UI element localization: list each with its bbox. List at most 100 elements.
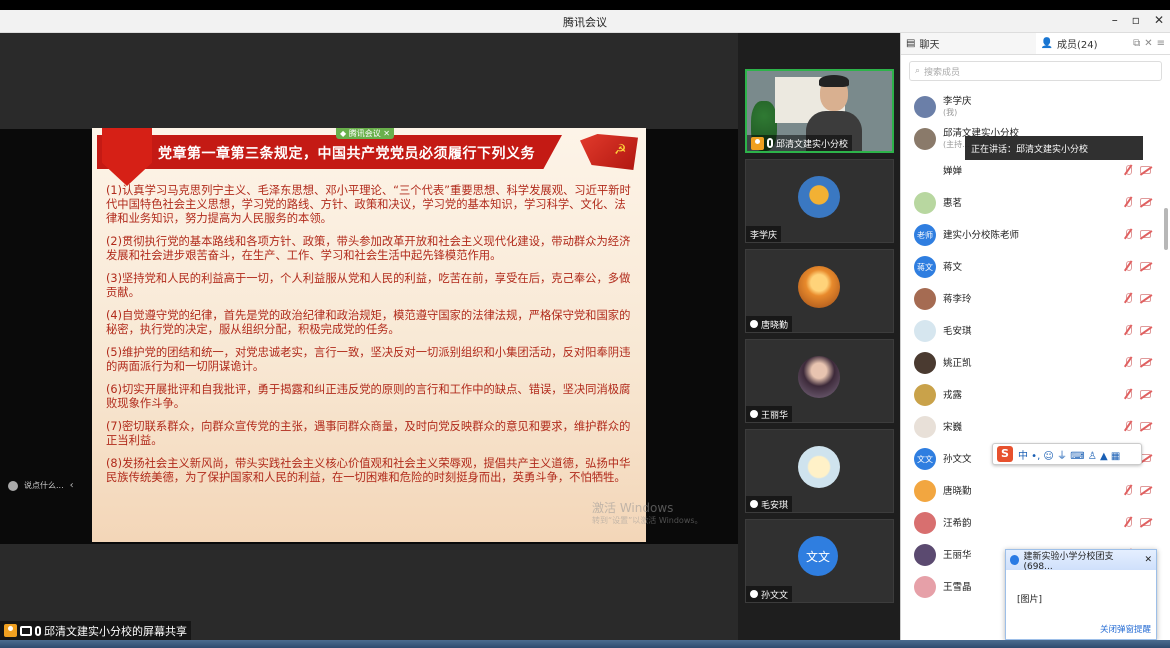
avatar [798, 266, 840, 308]
member-name: 宋巍 [943, 421, 963, 433]
member-list: 李学庆 (我) 邱清文建实小分校 (主持... 婵婵 惠茗 老师 建实小分校陈老师 蒋文 蒋文 蒋李… [901, 91, 1163, 603]
camera-off-icon[interactable] [1140, 262, 1151, 270]
avatar [914, 384, 936, 406]
chat-input-preview[interactable]: 说点什么... ‹ [8, 480, 74, 491]
camera-off-icon[interactable] [1140, 390, 1151, 398]
screen-share-icon [20, 625, 32, 636]
popout-icon[interactable]: ⧉ [1133, 38, 1140, 49]
mic-muted-icon[interactable] [1123, 421, 1133, 431]
search-icon: ⌕ [915, 66, 921, 76]
camera-off-icon[interactable] [1140, 166, 1151, 174]
mic-muted-icon[interactable] [1123, 165, 1133, 175]
video-tile[interactable]: 邱清文建实小分校 [745, 69, 894, 153]
user-icon [750, 500, 758, 508]
mic-muted-icon[interactable] [1123, 357, 1133, 367]
member-name: 戎露 [943, 389, 963, 401]
camera-off-icon[interactable] [1140, 486, 1151, 494]
mic-muted-icon[interactable] [1123, 229, 1133, 239]
mic-muted-icon[interactable] [1123, 517, 1133, 527]
member-name: 建实小分校陈老师 [943, 229, 1020, 241]
ime-tools[interactable]: 中 •, ☺ ⏚ ⌨ ♙ ▲ ▦ [1018, 447, 1120, 462]
window-title: 腾讯会议 [563, 16, 607, 29]
member-row[interactable]: 汪希韵 [901, 507, 1163, 539]
camera-off-icon[interactable] [1140, 198, 1151, 206]
member-row[interactable]: 宋巍 [901, 411, 1163, 443]
member-name: 惠茗 [943, 197, 963, 209]
video-tile[interactable]: 文文 孙文文 [745, 519, 894, 603]
close-panel-icon[interactable]: ✕ [1144, 38, 1152, 49]
member-name: 蒋李玲 [943, 293, 972, 305]
mic-muted-icon[interactable] [1123, 325, 1133, 335]
member-search-input[interactable]: ⌕ 搜索成员 [909, 61, 1162, 81]
windows-taskbar [0, 640, 1170, 648]
avatar: 老师 [914, 224, 936, 246]
camera-off-icon[interactable] [1140, 422, 1151, 430]
camera-off-icon[interactable] [1140, 358, 1151, 366]
avatar [914, 288, 936, 310]
member-name: 汪希韵 [943, 517, 972, 529]
camera-off-icon[interactable] [1140, 230, 1151, 238]
minimize-button[interactable]: – [1112, 13, 1118, 27]
shared-slide: 党章第一章第三条规定，中国共产党党员必须履行下列义务 ◆ 腾讯会议 ✕ (1)认… [92, 128, 646, 542]
member-row[interactable]: 戎露 [901, 379, 1163, 411]
member-name: 孙文文 [943, 453, 972, 465]
activate-windows-watermark: 激活 Windows [592, 501, 674, 515]
member-row[interactable]: 老师 建实小分校陈老师 [901, 219, 1163, 251]
user-icon [750, 320, 758, 328]
video-column: 邱清文建实小分校 李学庆 唐晓勤 王丽华 毛安琪 文文 孙文文 [738, 33, 900, 640]
menu-icon[interactable]: ≡ [1157, 38, 1165, 49]
mic-muted-icon[interactable] [1123, 261, 1133, 271]
input-method-toolbar[interactable]: S 中 •, ☺ ⏚ ⌨ ♙ ▲ ▦ [992, 443, 1142, 465]
member-row[interactable]: 唐晓勤 [901, 475, 1163, 507]
slide-ribbon [102, 128, 152, 186]
tab-chat[interactable]: ▤ 聊天 [901, 33, 1036, 54]
member-row[interactable]: 惠茗 [901, 187, 1163, 219]
share-floating-tag[interactable]: ◆ 腾讯会议 ✕ [336, 128, 394, 139]
member-row[interactable]: 蒋李玲 [901, 283, 1163, 315]
member-name: 唐晓勤 [943, 485, 972, 497]
message-notification[interactable]: 建新实验小学分校团支(698... ✕ [图片] 关闭弹窗提醒 [1005, 549, 1157, 640]
close-icon[interactable]: ✕ [1144, 555, 1152, 565]
slide-item: (1)认真学习马克思列宁主义、毛泽东思想、邓小平理论、“三个代表”重要思想、科学… [106, 184, 631, 225]
video-name: 毛安琪 [761, 500, 789, 511]
member-row[interactable]: 李学庆 (我) [901, 91, 1163, 123]
camera-off-icon[interactable] [1140, 518, 1151, 526]
video-tile[interactable]: 李学庆 [745, 159, 894, 243]
party-flag-icon [580, 134, 638, 170]
avatar [914, 160, 936, 182]
mic-muted-icon[interactable] [1123, 389, 1133, 399]
member-row[interactable]: 姚正凯 [901, 347, 1163, 379]
member-name: 李学庆 [943, 96, 972, 107]
member-list-scrollbar[interactable] [1164, 208, 1168, 250]
collapse-chevron-icon[interactable]: ‹ [70, 480, 74, 491]
avatar: 文文 [798, 536, 838, 576]
notification-body: [图片] [1017, 595, 1043, 605]
slide-item: (4)自觉遵守党的纪律，首先是党的政治纪律和政治规矩，模范遵守国家的法律法规，严… [106, 309, 631, 336]
mic-muted-icon[interactable] [1123, 197, 1133, 207]
camera-off-icon[interactable] [1140, 294, 1151, 302]
member-row[interactable]: 毛安琪 [901, 315, 1163, 347]
avatar [914, 512, 936, 534]
member-row[interactable]: 蒋文 蒋文 [901, 251, 1163, 283]
mic-muted-icon[interactable] [1123, 485, 1133, 495]
avatar [914, 192, 936, 214]
user-icon [750, 590, 758, 598]
close-button[interactable]: ✕ [1154, 13, 1164, 27]
video-name: 孙文文 [761, 590, 789, 601]
tab-members[interactable]: 👤 成员(24) ⧉ ✕ ≡ [1035, 33, 1170, 54]
video-tile[interactable]: 唐晓勤 [745, 249, 894, 333]
chat-preview-text: 说点什么... [24, 481, 64, 490]
panel-tabs: ▤ 聊天 👤 成员(24) ⧉ ✕ ≡ [901, 33, 1170, 55]
camera-off-icon[interactable] [1140, 326, 1151, 334]
avatar [798, 356, 840, 398]
mic-muted-icon[interactable] [1123, 293, 1133, 303]
video-tile[interactable]: 王丽华 [745, 339, 894, 423]
video-tile[interactable]: 毛安琪 [745, 429, 894, 513]
avatar [798, 176, 840, 218]
member-name: 婵婵 [943, 165, 963, 177]
chat-icon [8, 480, 18, 491]
member-name: 王丽华 [943, 549, 972, 561]
host-icon [4, 624, 17, 637]
restore-button[interactable]: ▫ [1132, 13, 1140, 27]
close-popup-link[interactable]: 关闭弹窗提醒 [1100, 623, 1151, 635]
